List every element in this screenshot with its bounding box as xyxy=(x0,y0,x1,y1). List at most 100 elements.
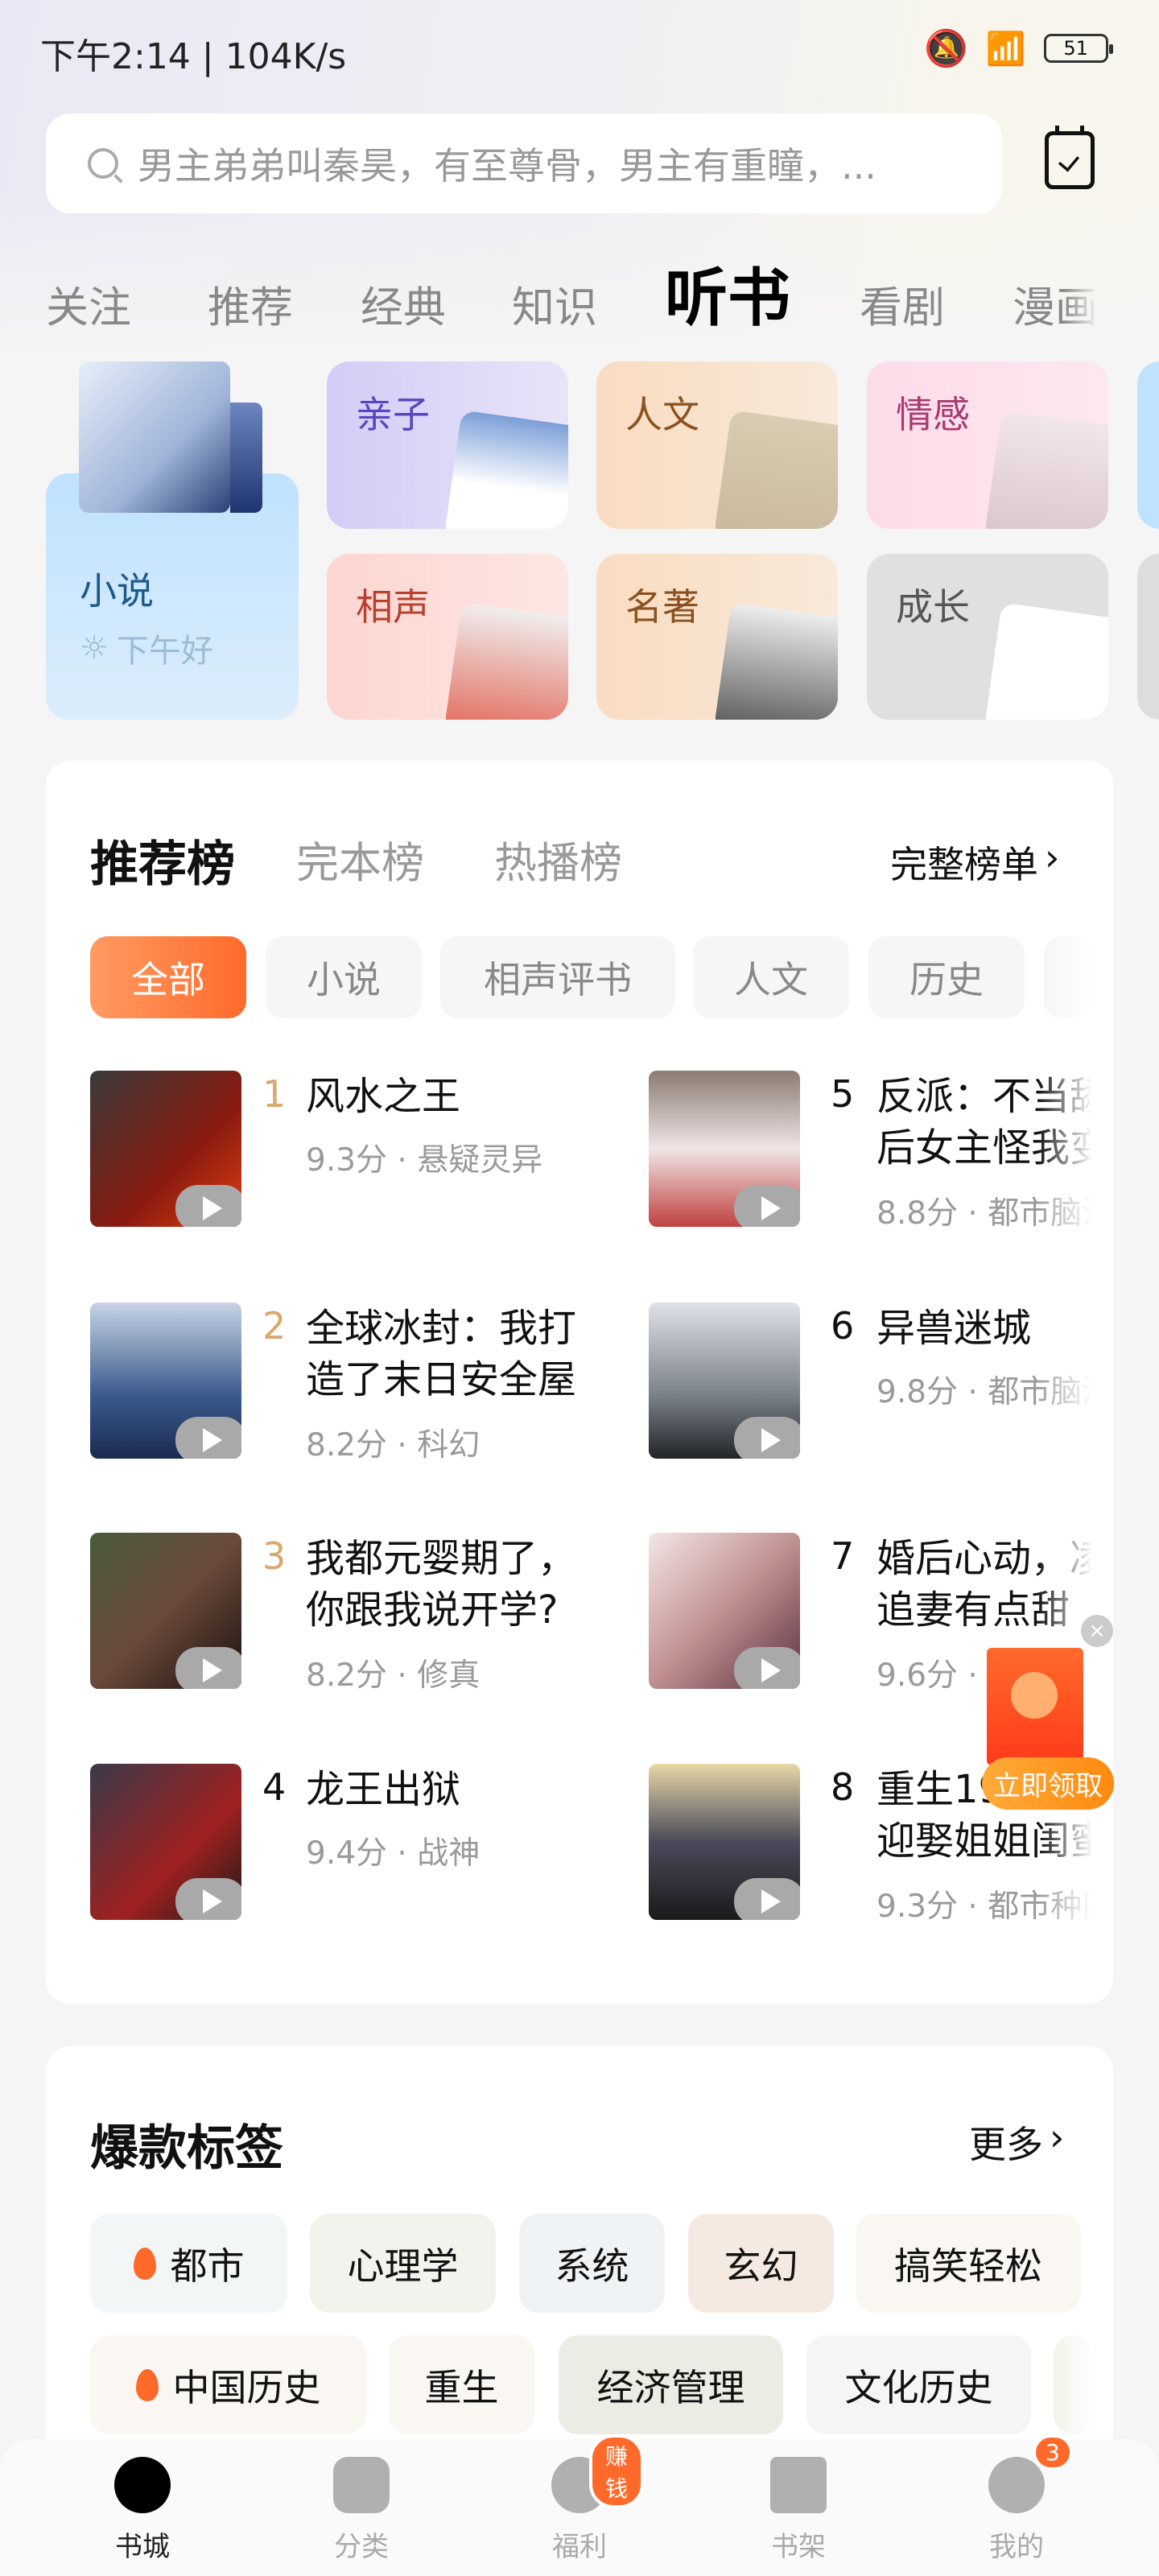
play-icon[interactable] xyxy=(175,1417,241,1459)
tag-chinese-history[interactable]: 中国历史 xyxy=(90,2335,366,2434)
book-title: 婚后心动，凌 追妻有点甜 xyxy=(876,1536,1092,1633)
chip-all[interactable]: 全部 xyxy=(90,936,246,1018)
chip-crosstalk[interactable]: 相声评书 xyxy=(440,936,675,1018)
book-item[interactable]: 4 龙王出狱 9.4分 · 战神 xyxy=(90,1764,621,1925)
tile-humanities[interactable]: 人文 xyxy=(596,361,838,529)
chip-humanities[interactable]: 人文 xyxy=(693,936,849,1018)
nav-bookstore[interactable]: 书城 xyxy=(78,2439,207,2564)
search-input[interactable]: 男主弟弟叫秦昊，有至尊骨，男主有重瞳，... xyxy=(46,114,1002,213)
earn-badge: 赚钱 xyxy=(589,2434,644,2508)
tag-partial[interactable] xyxy=(1054,2335,1094,2434)
tile-cover xyxy=(984,602,1108,720)
tag-economics[interactable]: 经济管理 xyxy=(559,2335,783,2434)
red-packet-seal xyxy=(1011,1672,1058,1719)
tile-growth[interactable]: 成长 xyxy=(867,554,1108,720)
rank-tab-hot[interactable]: 热播榜 xyxy=(494,829,622,890)
tab-comic[interactable]: 漫画 xyxy=(1013,274,1098,335)
calendar-checkin-icon[interactable] xyxy=(1045,126,1095,189)
rank-tab-recommend[interactable]: 推荐榜 xyxy=(90,825,235,895)
tab-recommend[interactable]: 推荐 xyxy=(208,274,293,335)
tile-partial[interactable] xyxy=(1137,361,1159,529)
tag-cultural-history[interactable]: 文化历史 xyxy=(806,2335,1031,2434)
status-icons: 🔕 📶 51 xyxy=(924,27,1113,69)
book-title: 龙王出狱 xyxy=(306,1767,461,1812)
tab-follow[interactable]: 关注 xyxy=(46,274,131,335)
play-icon[interactable] xyxy=(734,1417,800,1459)
book-meta: 8.2分 · 修真 xyxy=(306,1657,481,1694)
tag-urban[interactable]: 都市 xyxy=(90,2214,287,2313)
tab-classic[interactable]: 经典 xyxy=(361,274,446,335)
nav-label: 分类 xyxy=(334,2531,389,2563)
book-cover xyxy=(649,1071,800,1227)
tile-cover xyxy=(984,410,1108,529)
play-icon[interactable] xyxy=(175,1647,241,1689)
nav-category[interactable]: 分类 xyxy=(297,2439,426,2564)
tag-psychology[interactable]: 心理学 xyxy=(310,2214,496,2313)
close-icon[interactable]: × xyxy=(1081,1615,1113,1647)
rank-tab-finished[interactable]: 完本榜 xyxy=(296,829,424,890)
bottom-nav: 书城 分类 福利 赚钱 书架 我的 3 xyxy=(0,2434,1159,2576)
book-item[interactable]: 1 风水之王 9.3分 · 悬疑灵异 xyxy=(90,1071,621,1232)
tile-label: 名著 xyxy=(625,585,699,629)
play-icon[interactable] xyxy=(175,1878,241,1920)
grid-icon xyxy=(333,2457,390,2513)
rank-number: 8 xyxy=(831,1765,855,1809)
book-title: 风水之王 xyxy=(306,1074,461,1119)
book-cover xyxy=(90,1071,241,1227)
tag-system[interactable]: 系统 xyxy=(519,2214,665,2313)
nav-rewards[interactable]: 福利 赚钱 xyxy=(515,2434,644,2564)
book-meta: 9.3分 · 悬疑灵异 xyxy=(306,1142,543,1179)
tile-label: 成长 xyxy=(896,585,970,629)
full-list-label: 完整榜单 xyxy=(890,843,1038,886)
tile-label: 情感 xyxy=(896,393,970,436)
tags-title: 爆款标签 xyxy=(90,2120,283,2177)
tag-fantasy[interactable]: 玄幻 xyxy=(688,2214,834,2313)
tile-label: 人文 xyxy=(625,393,699,436)
book-cover xyxy=(90,1533,241,1689)
more-link[interactable]: 更多 › xyxy=(969,2116,1064,2169)
chevron-right-icon: › xyxy=(1050,2116,1065,2159)
status-time: 下午2:14 | 104K/s xyxy=(40,36,347,77)
rank-number: 1 xyxy=(262,1072,287,1116)
play-icon[interactable] xyxy=(734,1878,800,1920)
chip-partial[interactable] xyxy=(1044,936,1092,1018)
book-item[interactable]: 6 异兽迷城 9.8分 · 都市脑洞 xyxy=(649,1302,1092,1463)
full-list-link[interactable]: 完整榜单 › xyxy=(890,836,1059,889)
claim-now-button[interactable]: 立即领取 xyxy=(982,1757,1114,1810)
tile-classics[interactable]: 名著 xyxy=(596,554,838,720)
play-icon[interactable] xyxy=(734,1647,800,1689)
rank-number: 2 xyxy=(262,1304,287,1348)
book-item[interactable]: 3 我都元婴期了， 你跟我说开学? 8.2分 · 修真 xyxy=(90,1533,621,1694)
bell-muted-icon: 🔕 xyxy=(924,28,968,69)
book-item[interactable]: 5 反派：不当舔 后女主怪我变 8.8分 · 都市脑洞 xyxy=(649,1071,1092,1232)
chip-novel[interactable]: 小说 xyxy=(266,936,422,1018)
tile-partial[interactable] xyxy=(1137,554,1159,720)
red-packet-icon[interactable] xyxy=(987,1648,1083,1765)
rank-number: 3 xyxy=(262,1534,287,1578)
play-icon[interactable] xyxy=(734,1185,800,1227)
tag-comedy[interactable]: 搞笑轻松 xyxy=(856,2214,1081,2313)
flame-icon xyxy=(133,2247,156,2280)
book-item[interactable]: 2 全球冰封：我打 造了末日安全屋 8.2分 · 科幻 xyxy=(90,1302,621,1463)
rank-number: 6 xyxy=(831,1304,855,1348)
tile-label: 亲子 xyxy=(356,393,430,436)
search-placeholder: 男主弟弟叫秦昊，有至尊骨，男主有重瞳，... xyxy=(138,144,876,188)
book-cover xyxy=(649,1533,800,1689)
tile-crosstalk[interactable]: 相声 xyxy=(327,554,568,720)
featured-cover-stack xyxy=(230,402,262,513)
tab-drama[interactable]: 看剧 xyxy=(860,274,945,335)
tile-emotion[interactable]: 情感 xyxy=(867,361,1108,529)
rank-number: 4 xyxy=(262,1765,287,1809)
chip-history[interactable]: 历史 xyxy=(868,936,1025,1018)
rank-number: 5 xyxy=(831,1072,855,1116)
nav-profile[interactable]: 我的 3 xyxy=(952,2434,1081,2564)
nav-bookshelf[interactable]: 书架 xyxy=(734,2439,863,2564)
tab-audiobook[interactable]: 听书 xyxy=(665,248,790,338)
play-icon[interactable] xyxy=(175,1185,241,1227)
book-meta: 9.8分 · 都市脑洞 xyxy=(876,1374,1092,1410)
tab-knowledge[interactable]: 知识 xyxy=(512,274,597,335)
tag-rebirth[interactable]: 重生 xyxy=(389,2335,534,2434)
book-title: 我都元婴期了， 你跟我说开学? xyxy=(306,1536,577,1633)
tile-parenting[interactable]: 亲子 xyxy=(327,361,568,529)
book-meta: 8.8分 · 都市脑洞 xyxy=(876,1195,1092,1232)
